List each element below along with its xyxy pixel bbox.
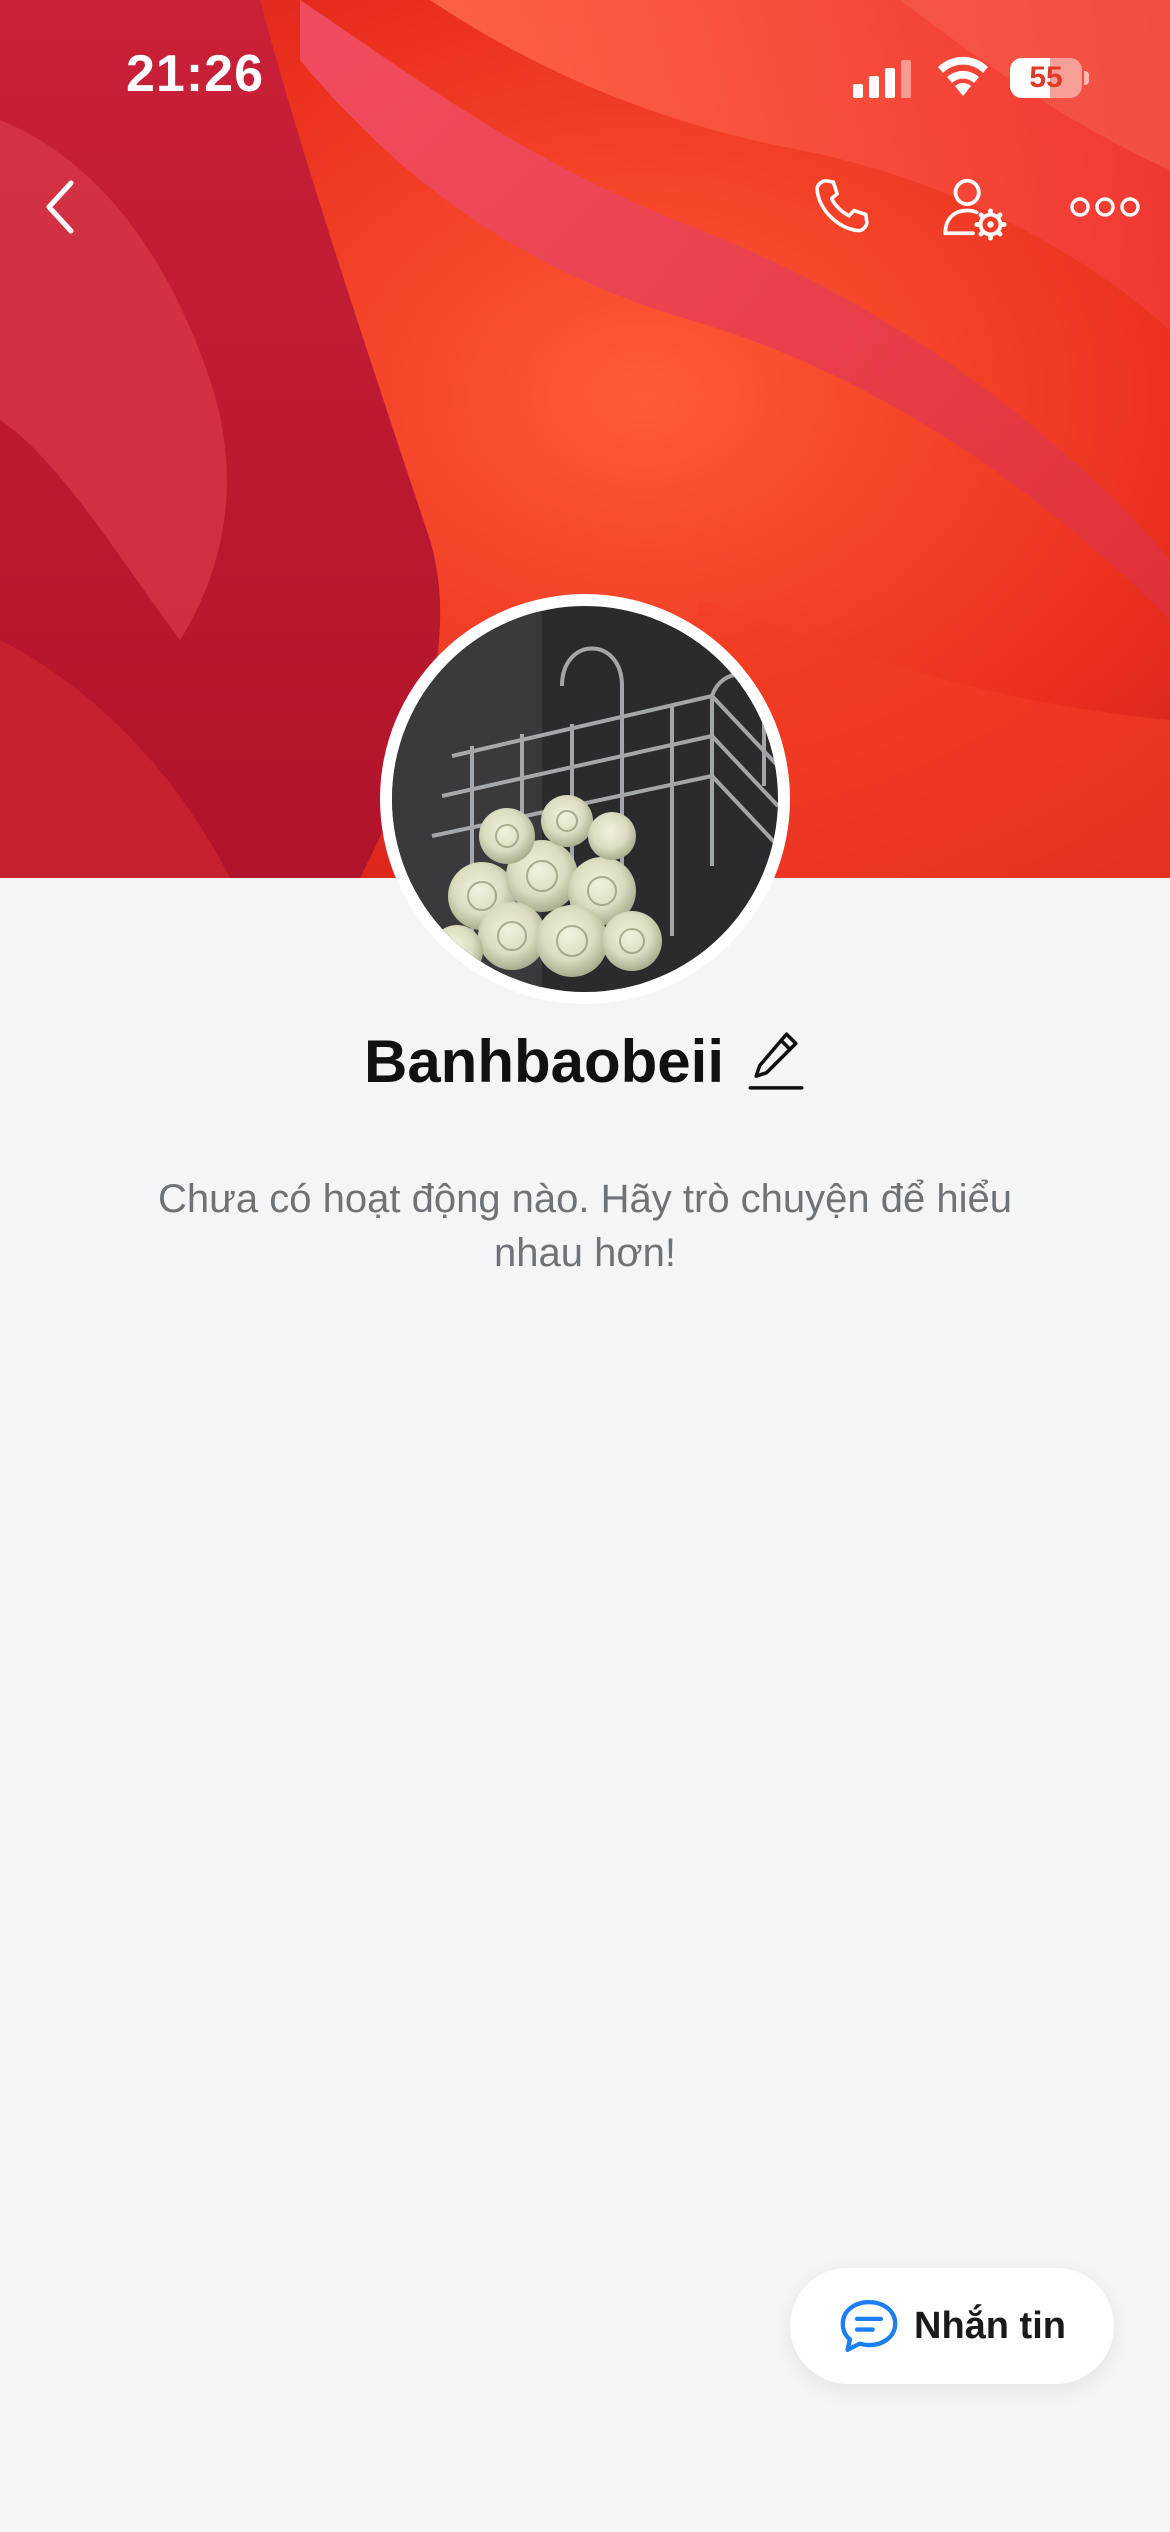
more-horizontal-icon bbox=[1070, 197, 1140, 217]
chat-bubble-icon bbox=[840, 2300, 898, 2352]
pencil-icon bbox=[748, 1032, 804, 1090]
avatar-photo bbox=[392, 606, 778, 992]
empty-activity-message: Chưa có hoạt động nào. Hãy trò chuyện để… bbox=[157, 1177, 1013, 1275]
more-button[interactable] bbox=[1060, 162, 1150, 252]
status-time: 21:26 bbox=[126, 45, 264, 103]
profile-name-row: Banhbaobeii bbox=[0, 1025, 1170, 1097]
call-button[interactable] bbox=[796, 162, 886, 252]
back-button[interactable] bbox=[16, 162, 106, 252]
chevron-left-icon bbox=[46, 180, 74, 234]
battery-percent: 55 bbox=[1029, 61, 1063, 94]
cellular-signal-icon bbox=[853, 60, 911, 98]
edit-name-button[interactable] bbox=[746, 1025, 806, 1097]
phone-icon bbox=[815, 179, 869, 233]
user-gear-icon bbox=[943, 178, 1007, 241]
profile-name: Banhbaobeii bbox=[363, 1027, 725, 1095]
friend-settings-button[interactable] bbox=[928, 162, 1018, 252]
battery-indicator: 55 bbox=[1010, 58, 1089, 98]
message-button-label: Nhắn tin bbox=[914, 2304, 1066, 2347]
message-button[interactable]: Nhắn tin bbox=[790, 2268, 1114, 2384]
status-bar: 21:26 55 bbox=[0, 0, 1170, 150]
avatar[interactable] bbox=[380, 594, 790, 1004]
wifi-icon bbox=[938, 56, 988, 96]
